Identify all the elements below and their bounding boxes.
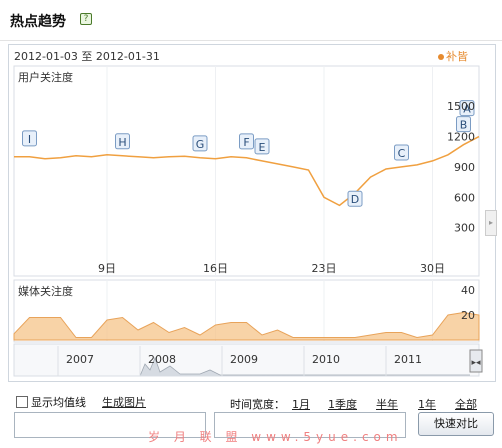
event-marker-i[interactable]: I	[22, 130, 37, 147]
timeline-year[interactable]: 2007	[66, 353, 94, 366]
show-average-checkbox[interactable]	[16, 396, 28, 408]
event-marker-letter: E	[259, 141, 266, 154]
timeline-handle-icon: ▸◂	[471, 358, 481, 368]
event-marker-g[interactable]: G	[192, 135, 208, 152]
media-chart-label: 媒体关注度	[18, 285, 73, 298]
timeline-year[interactable]: 2011	[394, 353, 422, 366]
chart-svg: I H G F EDCBA 15001200900600300 9日 16日 23日 30日 …	[13, 65, 483, 377]
media-y-tick: 40	[461, 284, 475, 297]
user-y-tick: 1200	[447, 131, 475, 144]
event-marker-e[interactable]: E	[254, 138, 270, 155]
user-chart-label: 用户关注度	[18, 71, 73, 84]
event-marker-letter: F	[243, 136, 249, 149]
event-marker-letter: D	[351, 193, 359, 206]
user-x-tick: 30日	[420, 262, 445, 275]
timeline-year[interactable]: 2009	[230, 353, 258, 366]
event-marker-letter: G	[196, 138, 205, 151]
span-1-month[interactable]: 1月	[292, 396, 310, 412]
timeline-year[interactable]: 2010	[312, 353, 340, 366]
media-y-tick: 20	[461, 309, 475, 322]
span-1-quarter[interactable]: 1季度	[328, 396, 357, 412]
event-marker-letter: H	[118, 136, 126, 149]
user-y-tick: 1500	[447, 100, 475, 113]
event-marker-f[interactable]: F	[239, 133, 254, 150]
user-y-tick: 300	[454, 222, 475, 235]
user-chart-frame	[13, 65, 480, 277]
span-half-year[interactable]: 半年	[376, 396, 398, 412]
user-x-tick: 23日	[312, 262, 337, 275]
user-y-tick: 900	[454, 161, 475, 174]
expand-tab[interactable]: ▸	[485, 210, 497, 236]
user-y-tick: 600	[454, 191, 475, 204]
show-average-label: 显示均值线	[31, 396, 86, 409]
event-marker-d[interactable]: D	[347, 190, 363, 207]
watermark: 岁 月 联 盟 www.5yue.com	[148, 430, 403, 444]
event-marker-letter: C	[398, 147, 406, 160]
user-x-tick: 16日	[203, 262, 228, 275]
span-1-year[interactable]: 1年	[418, 396, 436, 412]
time-span-label: 时间宽度：	[230, 398, 285, 411]
user-x-tick: 9日	[98, 262, 116, 275]
timeline-year[interactable]: 2008	[148, 353, 176, 366]
event-marker-h[interactable]: H	[115, 133, 130, 150]
generate-image-link[interactable]: 生成图片	[102, 394, 146, 410]
event-marker-b[interactable]: B	[456, 116, 471, 133]
compare-button[interactable]: 快速对比	[418, 412, 494, 436]
event-marker-c[interactable]: C	[394, 144, 409, 161]
span-all[interactable]: 全部	[455, 396, 477, 412]
event-marker-letter: I	[28, 133, 31, 146]
